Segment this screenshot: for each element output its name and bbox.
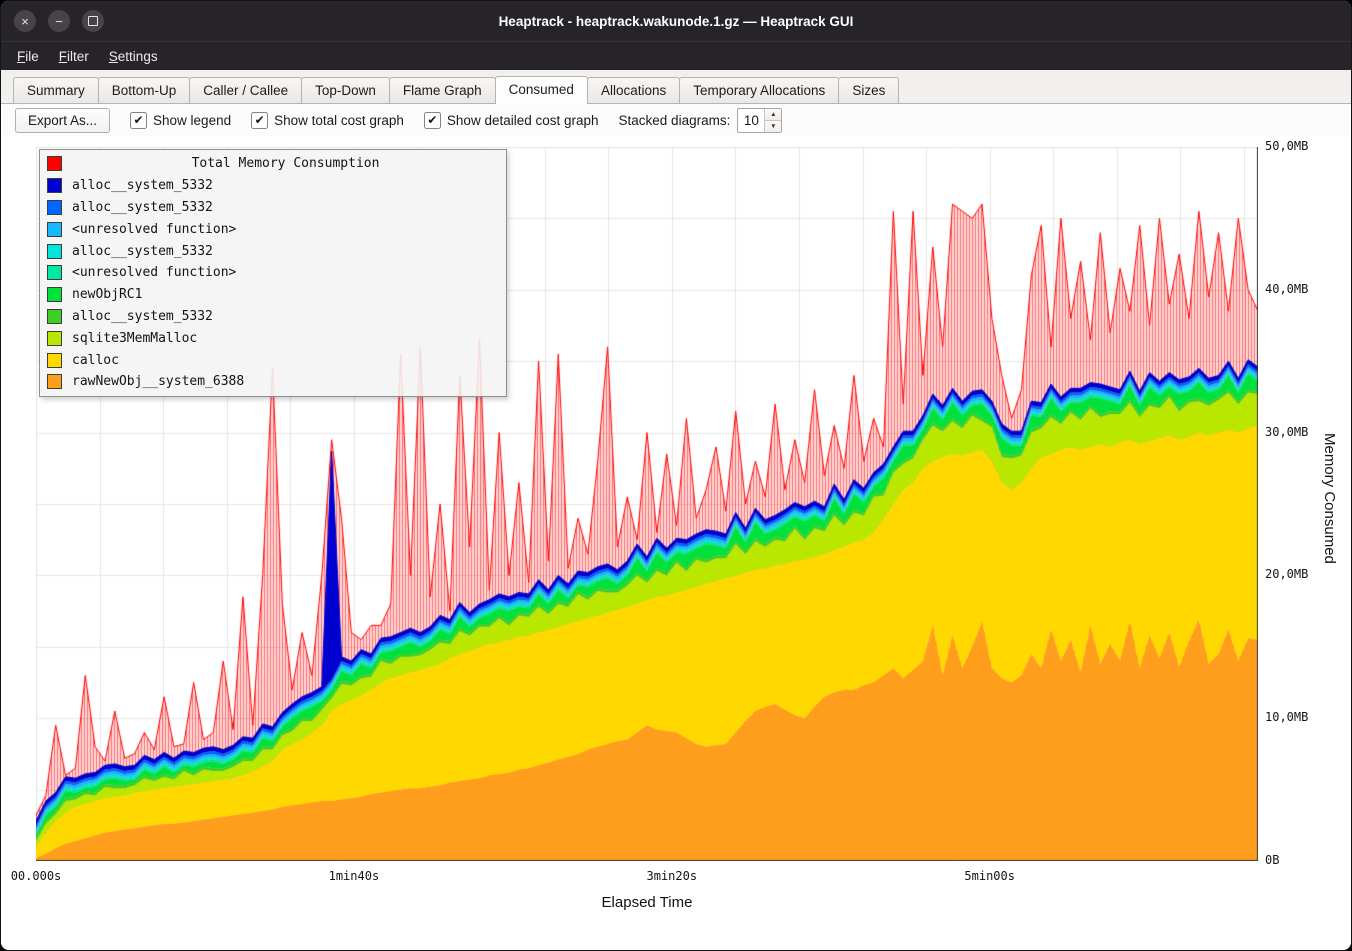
spinner-arrows: ▲ ▼ — [764, 109, 781, 132]
chart-panel: Total Memory Consumption alloc__system_5… — [1, 136, 1351, 951]
legend-label: alloc__system_5332 — [72, 200, 213, 215]
y-axis-tick-label: 20,0MB — [1265, 567, 1308, 581]
legend-swatch — [47, 309, 62, 324]
checkbox-label: Show detailed cost graph — [447, 113, 599, 128]
checkbox-label: Show total cost graph — [274, 113, 404, 128]
stacked-diagrams-control: Stacked diagrams: 10 ▲ ▼ — [619, 108, 783, 133]
y-axis-tick-label: 0B — [1265, 853, 1279, 867]
checkmark-icon: ✔ — [424, 112, 441, 129]
y-axis-title: Memory Consumed — [1321, 433, 1338, 564]
y-axis-tick-label: 40,0MB — [1265, 282, 1308, 296]
tabbar: SummaryBottom-UpCaller / CalleeTop-DownF… — [1, 70, 1351, 104]
legend-row: <unresolved function> — [40, 218, 506, 240]
checkbox-show-total-cost-graph[interactable]: ✔ Show total cost graph — [251, 112, 404, 129]
legend-swatch — [47, 353, 62, 368]
legend-swatch — [47, 331, 62, 346]
legend-row: alloc__system_5332 — [40, 240, 506, 262]
legend-row: rawNewObj__system_6388 — [40, 371, 506, 393]
legend-swatch — [47, 200, 62, 215]
x-axis-tick-label: 00.000s — [11, 869, 62, 883]
tab-summary[interactable]: Summary — [13, 77, 99, 103]
legend-label: <unresolved function> — [72, 222, 236, 237]
legend-label: rawNewObj__system_6388 — [72, 374, 244, 389]
legend-swatch — [47, 244, 62, 259]
legend-swatch — [47, 222, 62, 237]
tab-temporary-allocations[interactable]: Temporary Allocations — [679, 77, 839, 103]
checkmark-icon: ✔ — [130, 112, 147, 129]
app-window: × − Heaptrack - heaptrack.wakunode.1.gz … — [0, 0, 1352, 951]
x-axis-tick-label: 3min20s — [646, 869, 697, 883]
maximize-icon — [88, 16, 98, 26]
legend-row: newObjRC1 — [40, 284, 506, 306]
menu-settings[interactable]: Settings — [99, 45, 168, 68]
window-title: Heaptrack - heaptrack.wakunode.1.gz — He… — [1, 14, 1351, 29]
checkbox-group: ✔ Show legend ✔ Show total cost graph ✔ Show … — [130, 112, 599, 129]
legend-title: Total Memory Consumption — [72, 156, 499, 171]
tab-flame-graph[interactable]: Flame Graph — [389, 77, 496, 103]
legend-swatch — [47, 178, 62, 193]
close-icon: × — [21, 15, 29, 28]
legend-row: sqlite3MemMalloc — [40, 327, 506, 349]
legend-label: sqlite3MemMalloc — [72, 331, 197, 346]
toolbar: Export As... ✔ Show legend ✔ Show total cos… — [1, 104, 1351, 136]
tab-allocations[interactable]: Allocations — [587, 77, 680, 103]
legend-swatch — [47, 374, 62, 389]
checkmark-icon: ✔ — [251, 112, 268, 129]
chevron-up-icon: ▲ — [770, 111, 776, 118]
checkbox-show-detailed-cost-graph[interactable]: ✔ Show detailed cost graph — [424, 112, 599, 129]
legend-label: alloc__system_5332 — [72, 178, 213, 193]
maximize-button[interactable] — [82, 10, 104, 32]
tab-caller-callee[interactable]: Caller / Callee — [189, 77, 302, 103]
legend-label: <unresolved function> — [72, 265, 236, 280]
x-axis-title: Elapsed Time — [602, 894, 693, 911]
checkbox-show-legend[interactable]: ✔ Show legend — [130, 112, 231, 129]
x-axis-tick-label: 1min40s — [329, 869, 380, 883]
export-as-button[interactable]: Export As... — [15, 108, 110, 133]
stacked-diagrams-label: Stacked diagrams: — [619, 113, 731, 128]
legend-swatch — [47, 265, 62, 280]
menu-filter[interactable]: Filter — [49, 45, 99, 68]
stacked-diagrams-value[interactable]: 10 — [738, 109, 764, 132]
minimize-icon: − — [55, 15, 63, 28]
legend-swatch — [47, 287, 62, 302]
legend-title-row: Total Memory Consumption — [40, 153, 506, 175]
y-axis-tick-label: 50,0MB — [1265, 139, 1308, 153]
menubar: FileFilterSettings — [1, 41, 1351, 70]
spin-up-button[interactable]: ▲ — [765, 109, 781, 121]
y-axis-tick-label: 10,0MB — [1265, 710, 1308, 724]
tab-bottom-up[interactable]: Bottom-Up — [98, 77, 191, 103]
stacked-diagrams-spinner[interactable]: 10 ▲ ▼ — [737, 108, 782, 133]
chart-legend: Total Memory Consumption alloc__system_5… — [39, 149, 507, 397]
chevron-down-icon: ▼ — [770, 123, 776, 130]
legend-row: alloc__system_5332 — [40, 197, 506, 219]
tab-consumed[interactable]: Consumed — [495, 76, 588, 104]
legend-row: alloc__system_5332 — [40, 306, 506, 328]
tab-sizes[interactable]: Sizes — [838, 77, 899, 103]
checkbox-label: Show legend — [153, 113, 231, 128]
legend-row: <unresolved function> — [40, 262, 506, 284]
legend-label: calloc — [72, 353, 119, 368]
close-button[interactable]: × — [14, 10, 36, 32]
legend-label: alloc__system_5332 — [72, 309, 213, 324]
legend-label: newObjRC1 — [72, 287, 142, 302]
legend-row: alloc__system_5332 — [40, 175, 506, 197]
x-axis-tick-label: 5min00s — [964, 869, 1015, 883]
titlebar[interactable]: × − Heaptrack - heaptrack.wakunode.1.gz … — [1, 1, 1351, 41]
tab-top-down[interactable]: Top-Down — [301, 77, 390, 103]
legend-row: calloc — [40, 349, 506, 371]
window-controls: × − — [1, 10, 104, 32]
legend-label: alloc__system_5332 — [72, 244, 213, 259]
y-axis-tick-label: 30,0MB — [1265, 425, 1308, 439]
spin-down-button[interactable]: ▼ — [765, 121, 781, 132]
minimize-button[interactable]: − — [48, 10, 70, 32]
menu-file[interactable]: File — [7, 45, 49, 68]
legend-title-swatch — [47, 156, 62, 171]
